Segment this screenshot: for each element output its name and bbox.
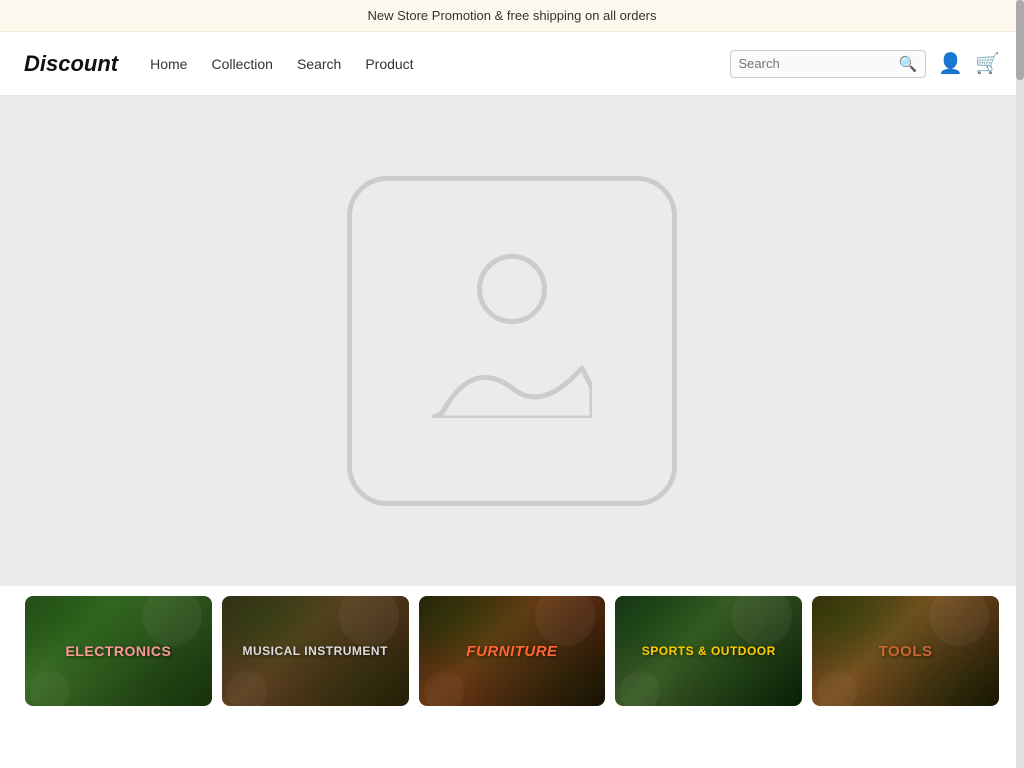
promo-bar: New Store Promotion & free shipping on a… (0, 0, 1024, 32)
search-container: 🔍 (730, 50, 927, 78)
search-icon[interactable]: 🔍 (899, 55, 918, 73)
category-label-furniture: FURNITURE (460, 639, 563, 664)
category-card-furniture[interactable]: FURNITURE (419, 596, 606, 706)
nav-item-search[interactable]: Search (297, 56, 341, 72)
category-label-music: Musical instrument (236, 640, 393, 662)
categories-section: ELECTRONICS Musical instrument FURNITURE… (0, 586, 1024, 716)
hero-placeholder-image (347, 176, 677, 506)
account-icon[interactable]: 👤 (938, 51, 963, 76)
category-card-music[interactable]: Musical instrument (222, 596, 409, 706)
cart-icon[interactable]: 🛒 (975, 51, 1000, 76)
scrollbar[interactable] (1016, 0, 1024, 768)
category-label-sports: SPORTS & OUTDOOR (636, 640, 782, 662)
category-label-tools: TOOLS (873, 639, 939, 664)
placeholder-circle (477, 254, 547, 324)
category-card-electronics[interactable]: ELECTRONICS (25, 596, 212, 706)
placeholder-mountain-icon (432, 348, 592, 418)
category-label-electronics: ELECTRONICS (59, 639, 177, 663)
nav-item-home[interactable]: Home (150, 56, 187, 72)
search-input[interactable] (739, 56, 899, 71)
category-card-sports[interactable]: SPORTS & OUTDOOR (615, 596, 802, 706)
hero-section (0, 96, 1024, 586)
category-card-tools[interactable]: TOOLS (812, 596, 999, 706)
logo[interactable]: Discount (24, 51, 118, 77)
promo-text: New Store Promotion & free shipping on a… (367, 8, 656, 23)
header-right: 🔍 👤 🛒 (730, 50, 1001, 78)
nav-item-collection[interactable]: Collection (211, 56, 272, 72)
nav-item-product[interactable]: Product (365, 56, 413, 72)
header: Discount Home Collection Search Product … (0, 32, 1024, 96)
nav: Home Collection Search Product (150, 56, 729, 72)
scrollbar-thumb (1016, 0, 1024, 80)
